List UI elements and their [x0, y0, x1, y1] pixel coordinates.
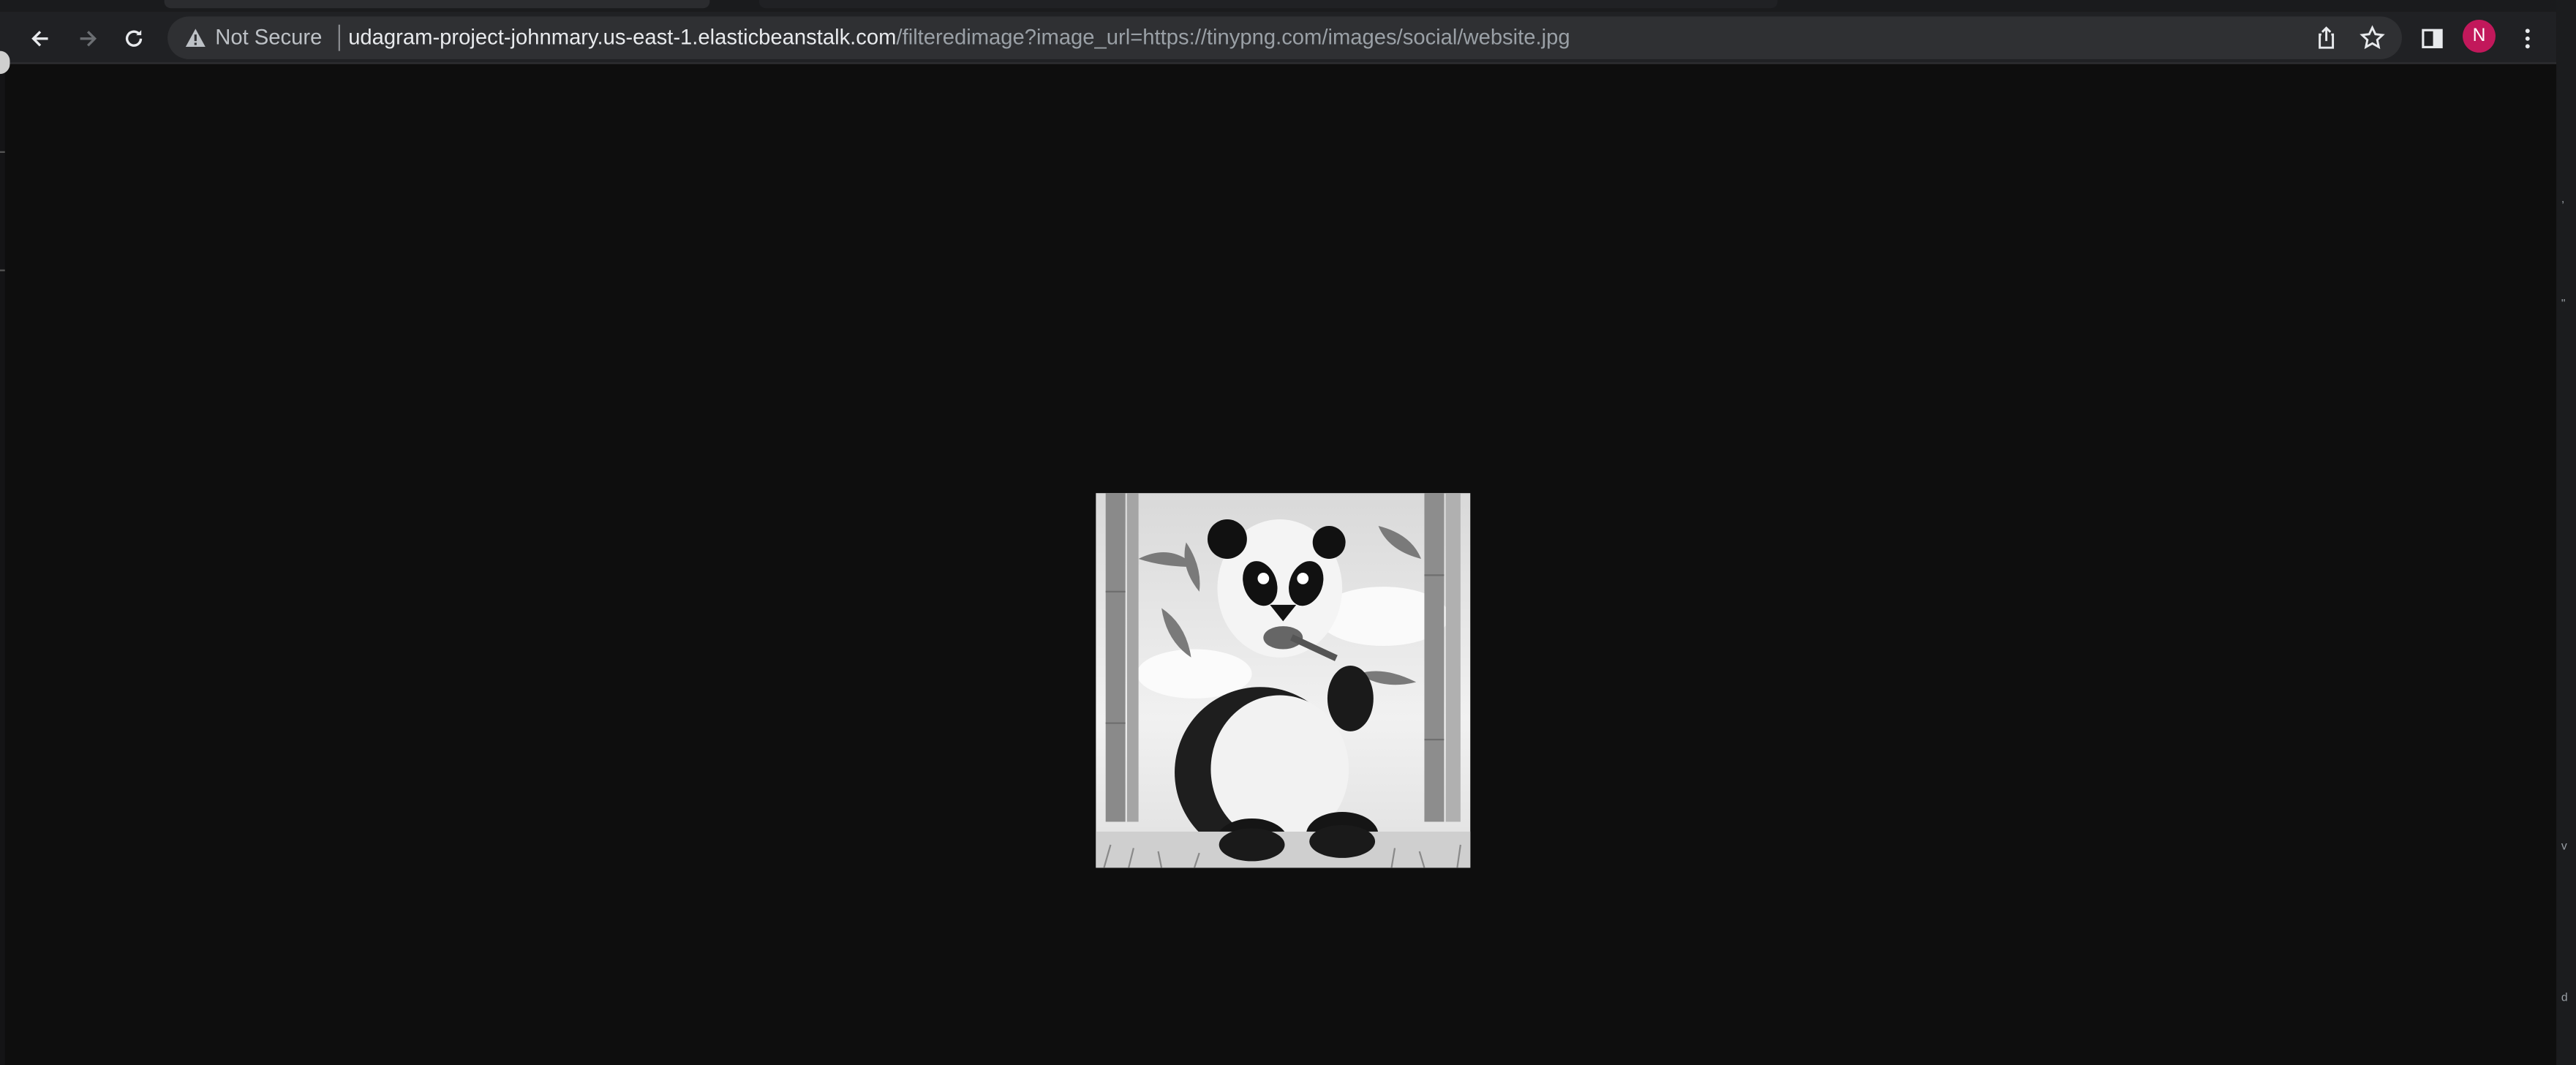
- filtered-image[interactable]: [1096, 493, 1471, 868]
- side-panel-icon: [2421, 28, 2442, 48]
- edge-mark: ": [2561, 298, 2566, 311]
- left-window-edge: [0, 50, 10, 1065]
- edge-mark: v: [2561, 841, 2567, 854]
- screen: Not Secure udagram-project-johnmary.us-e…: [0, 0, 2576, 1065]
- profile-avatar[interactable]: N: [2463, 19, 2496, 53]
- browser-menu-button[interactable]: [2507, 18, 2547, 58]
- edge-tick: [0, 269, 5, 271]
- back-button[interactable]: [20, 18, 59, 58]
- panda-image: [1096, 493, 1471, 868]
- right-side-strip: , " v d: [2556, 0, 2576, 1065]
- arrow-left-icon: [31, 30, 48, 46]
- tab-strip: [0, 0, 2576, 12]
- address-bar[interactable]: Not Secure udagram-project-johnmary.us-e…: [167, 16, 2402, 59]
- image-viewer: [10, 64, 2557, 1065]
- browser-toolbar: Not Secure udagram-project-johnmary.us-e…: [0, 11, 2557, 64]
- share-icon[interactable]: [2313, 25, 2340, 51]
- url-text[interactable]: udagram-project-johnmary.us-east-1.elast…: [348, 26, 1570, 49]
- warning-triangle-icon[interactable]: [184, 26, 207, 49]
- reload-icon: [124, 29, 142, 46]
- side-panel-button[interactable]: [2411, 18, 2451, 58]
- edge-mark: d: [2561, 993, 2568, 1004]
- url-host: udagram-project-johnmary.us-east-1.elast…: [348, 24, 897, 50]
- forward-button[interactable]: [67, 18, 107, 58]
- edge-tick: [0, 151, 5, 153]
- active-tab-edge[interactable]: [758, 0, 1778, 9]
- arrow-right-icon: [79, 30, 96, 46]
- reload-button[interactable]: [113, 18, 153, 58]
- url-path: /filteredimage?image_url=https://tinypng…: [896, 24, 1570, 50]
- tab-edge[interactable]: [164, 0, 710, 9]
- edge-mark: ,: [2561, 194, 2565, 206]
- star-icon[interactable]: [2360, 25, 2386, 51]
- kebab-menu-icon: [2524, 28, 2529, 48]
- omnibox-divider: [338, 24, 340, 51]
- security-status-label[interactable]: Not Secure: [215, 26, 322, 49]
